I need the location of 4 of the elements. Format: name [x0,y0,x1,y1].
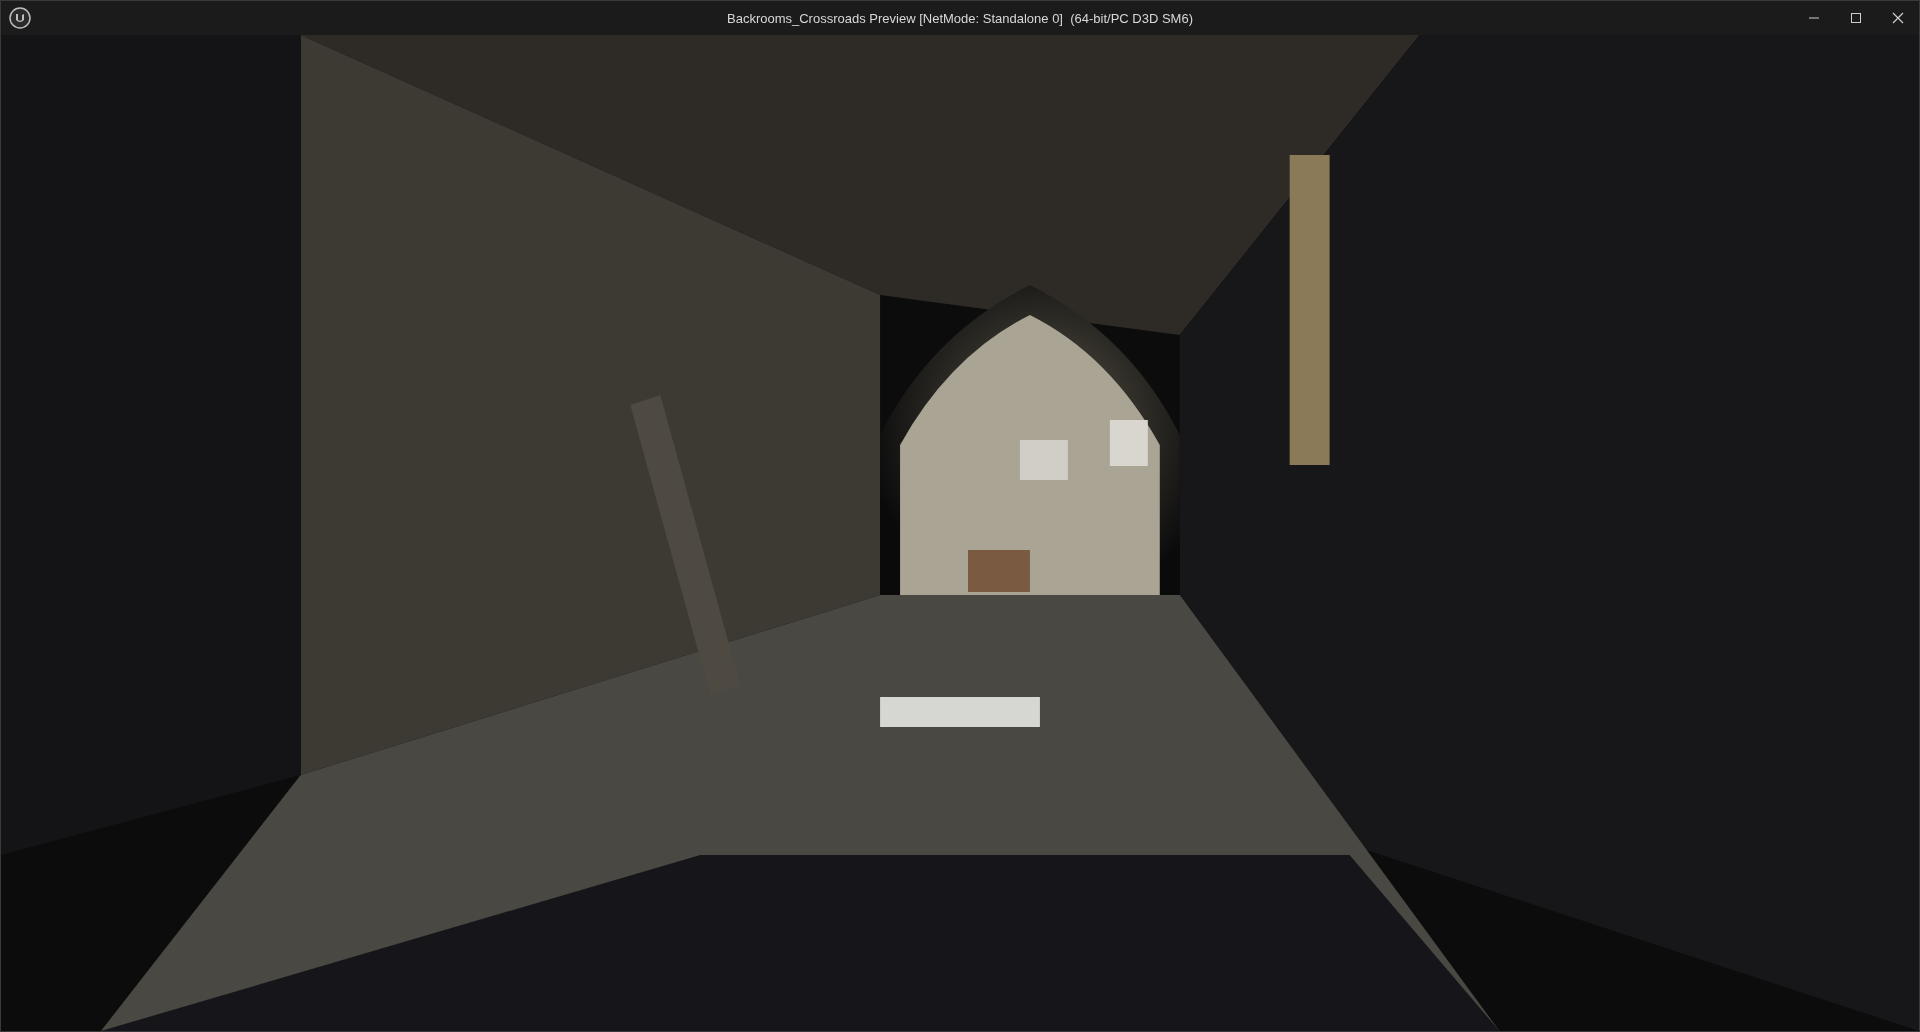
close-icon [1892,12,1904,24]
app-logo-icon [9,7,31,29]
maximize-icon [1850,12,1862,24]
window-title: Backrooms_Crossroads Preview [NetMode: Standalone 0] (64-bit/PC D3D SM6) [727,10,1193,26]
